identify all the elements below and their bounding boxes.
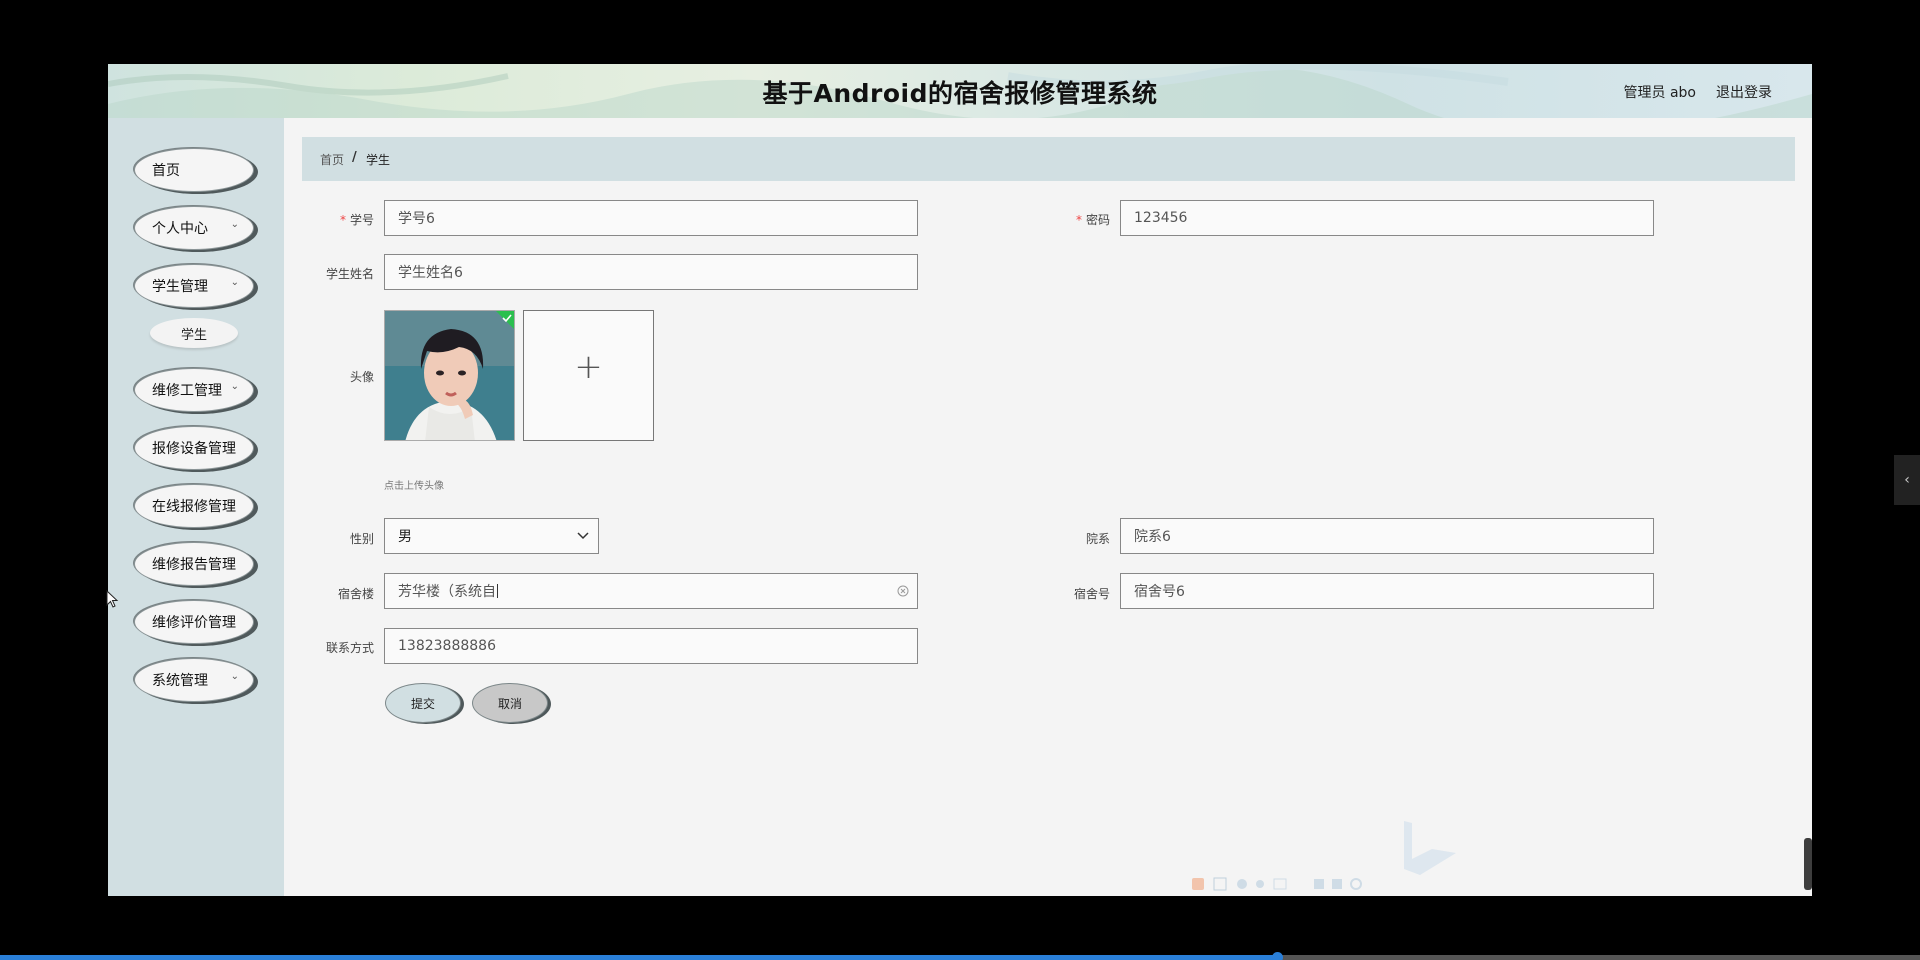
sidebar-item-label: 在线报修管理 xyxy=(152,499,236,515)
chevron-down-icon: ⌄ xyxy=(230,219,239,230)
sidebar-item-label: 报修设备管理 xyxy=(152,441,236,457)
password-label: * 密码 xyxy=(1075,213,1110,227)
sidebar-item-repair-evaluation[interactable]: 维修评价管理 xyxy=(134,600,254,644)
student-no-input[interactable]: 学号6 xyxy=(384,200,918,236)
sidebar-item-repair-report[interactable]: 维修报告管理 xyxy=(134,542,254,586)
gender-select-value: 男 xyxy=(398,529,412,545)
header: 基于Android的宿舍报修管理系统 管理员 abo 退出登录 xyxy=(108,64,1812,118)
breadcrumb-separator: / xyxy=(352,150,357,165)
building-input-value: 芳华楼（系统自 xyxy=(398,584,496,600)
department-label: 院系 xyxy=(1085,532,1110,546)
avatar-upload-button[interactable]: + xyxy=(523,310,654,441)
cancel-button[interactable]: 取消 xyxy=(472,683,548,723)
avatar-upload-hint: 点击上传头像 xyxy=(384,481,444,492)
room-no-input[interactable]: 宿舍号6 xyxy=(1120,573,1654,609)
plus-icon: + xyxy=(574,347,603,387)
chevron-down-icon: ⌄ xyxy=(230,381,239,392)
scrollbar-thumb[interactable] xyxy=(1804,838,1812,890)
chevron-down-icon: ⌄ xyxy=(230,277,239,288)
sidebar-item-label: 维修工管理 xyxy=(152,383,222,399)
sidebar-item-online-repair[interactable]: 在线报修管理 xyxy=(134,484,254,528)
breadcrumb: 首页 / 学生 xyxy=(302,137,1795,181)
sidebar: 首页 个人中心 ⌄ 学生管理 ⌄ 学生 维修工管理 ⌄ 报修设备管理 在线报修管… xyxy=(108,118,284,896)
video-progress-handle[interactable] xyxy=(1271,952,1283,960)
student-name-input[interactable]: 学生姓名6 xyxy=(384,254,918,290)
sidebar-item-repairman-management[interactable]: 维修工管理 ⌄ xyxy=(134,368,254,412)
breadcrumb-home[interactable]: 首页 xyxy=(320,151,344,168)
room-no-label: 宿舍号 xyxy=(1073,587,1110,601)
gender-select[interactable]: 男 xyxy=(384,518,599,554)
sidebar-item-personal-center[interactable]: 个人中心 ⌄ xyxy=(134,206,254,250)
app-title: 基于Android的宿舍报修管理系统 xyxy=(762,79,1158,108)
building-label: 宿舍楼 xyxy=(337,587,374,601)
contact-label: 联系方式 xyxy=(325,641,374,655)
chevron-down-icon: ⌄ xyxy=(230,671,239,682)
logout-link[interactable]: 退出登录 xyxy=(1716,82,1772,102)
required-mark: * xyxy=(1075,213,1082,227)
sidebar-item-label: 维修报告管理 xyxy=(152,557,236,573)
video-progress-fill xyxy=(0,955,1277,960)
sidebar-item-device-management[interactable]: 报修设备管理 xyxy=(134,426,254,470)
sidebar-item-home[interactable]: 首页 xyxy=(134,148,254,192)
screen: 基于Android的宿舍报修管理系统 管理员 abo 退出登录 首页 个人中心 … xyxy=(0,0,1920,960)
current-user: 管理员 abo xyxy=(1623,85,1696,101)
sidebar-item-label: 维修评价管理 xyxy=(152,615,236,631)
chevron-left-icon: ‹ xyxy=(1904,472,1910,488)
building-input[interactable]: 芳华楼（系统自 xyxy=(384,573,918,609)
cancel-button-label: 取消 xyxy=(497,696,522,711)
submit-button-label: 提交 xyxy=(410,696,435,711)
mouse-cursor-icon xyxy=(106,590,119,608)
clear-icon[interactable] xyxy=(897,585,909,597)
text-caret xyxy=(497,584,498,598)
sidebar-item-system-management[interactable]: 系统管理 ⌄ xyxy=(134,658,254,702)
contact-input[interactable]: 13823888886 xyxy=(384,628,918,664)
sidebar-item-student-management[interactable]: 学生管理 ⌄ xyxy=(134,264,254,308)
avatar-image xyxy=(385,311,514,440)
gender-label: 性别 xyxy=(349,532,374,546)
student-name-label: 学生姓名 xyxy=(325,267,374,281)
sidebar-subitem-label: 学生 xyxy=(180,327,207,343)
student-no-label: * 学号 xyxy=(339,213,374,227)
ime-toolbar-icon xyxy=(1192,877,1362,891)
sidebar-item-label: 系统管理 xyxy=(152,673,208,689)
watermark-logo xyxy=(1404,821,1456,875)
app-window: 基于Android的宿舍报修管理系统 管理员 abo 退出登录 首页 个人中心 … xyxy=(108,64,1812,896)
required-mark: * xyxy=(339,213,346,227)
sidebar-item-label: 首页 xyxy=(152,163,180,179)
password-input[interactable]: 123456 xyxy=(1120,200,1654,236)
side-panel-toggle[interactable]: ‹ xyxy=(1894,455,1920,505)
submit-button[interactable]: 提交 xyxy=(385,683,461,723)
chevron-down-icon xyxy=(577,532,589,540)
video-progress-bar[interactable] xyxy=(0,952,1920,960)
department-input[interactable]: 院系6 xyxy=(1120,518,1654,554)
breadcrumb-current: 学生 xyxy=(366,153,391,167)
avatar-label: 头像 xyxy=(349,370,374,384)
sidebar-item-label: 个人中心 xyxy=(152,221,208,237)
sidebar-subitem-student[interactable]: 学生 xyxy=(150,318,238,348)
sidebar-item-label: 学生管理 xyxy=(152,279,208,295)
avatar-preview[interactable] xyxy=(384,310,515,441)
